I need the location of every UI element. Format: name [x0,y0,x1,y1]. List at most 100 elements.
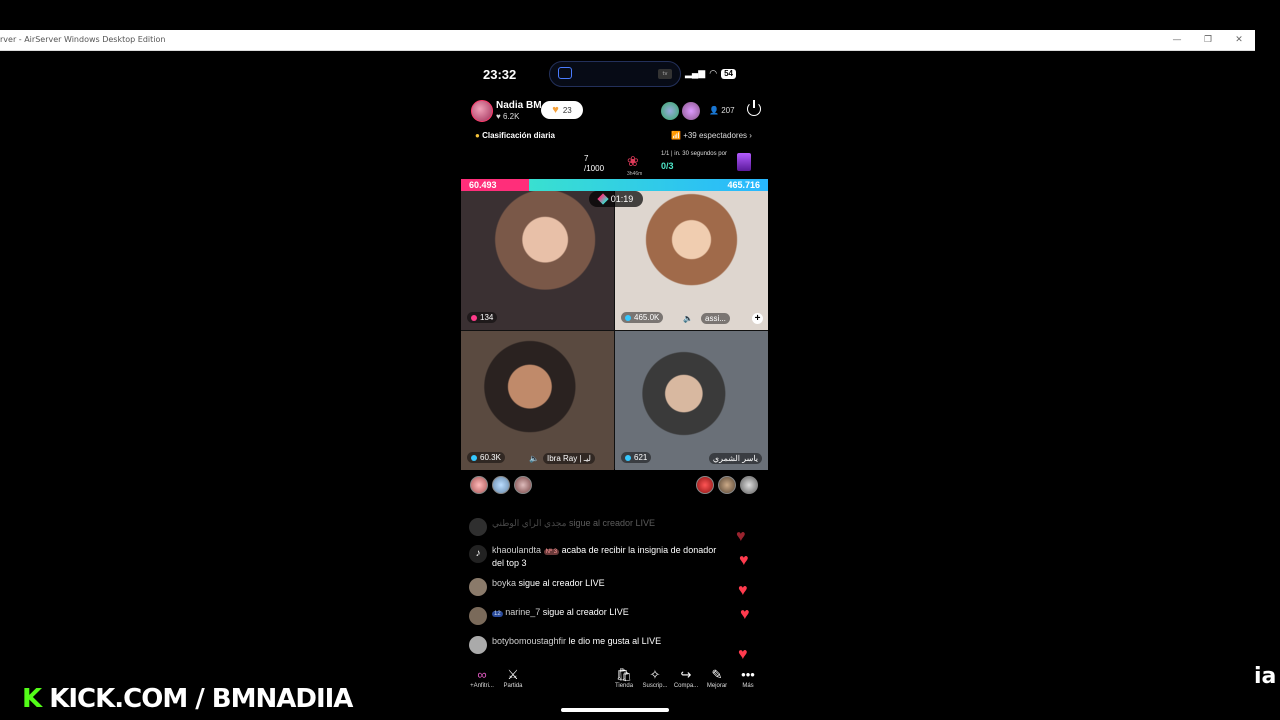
left-team-score: 60.493 [461,179,529,191]
chat-text: le dio me gusta al LIVE [568,636,662,646]
ia-watermark: ia [1254,664,1277,689]
chevron-right-icon: › [747,131,752,140]
chat-message: boyka sigue al creador LIVE [469,578,729,596]
spectators-link[interactable]: 📶 +39 espectadores › [671,131,752,140]
co-host-icon: ∞ [477,667,487,682]
score-icon [625,454,631,461]
home-indicator[interactable] [561,708,669,712]
close-button[interactable]: ✕ [1224,33,1254,47]
shop-button[interactable]: 🛍 Tienda [609,667,639,689]
guest-score-value: 60.3K [480,453,501,462]
battle-timer-value: 01:19 [610,194,634,204]
top-viewer-avatar[interactable] [661,102,679,120]
left-gifter-avatar[interactable] [514,476,532,494]
signal-icon: ▂▄▆ [685,68,706,78]
chat-message: ♪ khaoulandta Nº 3 acaba de recibir la i… [469,545,729,569]
match-button[interactable]: ⚔ Partida [498,667,528,689]
chat-username[interactable]: khaoulandta [492,545,541,555]
enhance-button[interactable]: ✎ Mejorar [702,667,732,689]
restore-button[interactable]: ❐ [1193,33,1223,47]
left-gifter-avatar[interactable] [492,476,510,494]
guest-score-value: 465.0K [634,313,660,322]
add-host-button[interactable]: ∞ +Anfitri... [467,667,497,689]
flame-icon: ● [475,131,483,140]
heart-icon: ♥ [738,582,748,599]
right-gifter-avatar[interactable] [696,476,714,494]
speaker-icon[interactable]: 🔈 [529,454,539,463]
add-host-label: +Anfitri... [470,683,494,689]
battle-timer: 01:19 [589,191,643,207]
chat-text: sigue al creador LIVE [542,607,629,617]
person-icon: 👤 [709,106,722,115]
guest-tile[interactable]: 60.3K 🔈 Ibra Ray | ليـ [461,331,614,470]
heart-icon: ♥ [496,112,503,121]
guest-score-value: 134 [480,313,494,322]
goal-target: /1000 [584,164,605,173]
chat-username[interactable]: botybomoustaghfir [492,636,566,646]
guest-tile[interactable]: 134 [461,191,614,330]
chat-username[interactable]: boyka [492,578,516,588]
more-button[interactable]: ••• Más [733,667,763,689]
phone-screen: 23:32 tv ▂▄▆ ◠ 54 Nadia BM ♥ 6.2K ♥ 23 👤 … [461,52,768,720]
match-icon: ⚔ [507,667,519,682]
kick-channel-overlay: K KICK.COM / BMNADIIA [22,684,353,714]
right-gifter-avatar[interactable] [718,476,736,494]
host-likes-value: 6.2K [502,112,520,121]
like-pill[interactable]: ♥ 23 [541,101,583,119]
spectators-label: +39 espectadores [683,131,748,140]
right-gifter-avatar[interactable] [740,476,758,494]
daily-ranking[interactable]: ● Clasificación diaria [475,131,555,140]
speaker-icon[interactable]: 🔈 [683,314,693,323]
match-label: Partida [503,683,523,689]
heart-icon: ♥ [552,104,559,116]
goal-time-left: 3h46m [627,171,643,177]
add-icon[interactable]: + [752,313,763,324]
chat-message: 12 narine_7 sigue al creador LIVE [469,607,729,625]
chat-text: sigue al creador LIVE [568,518,656,528]
dynamic-island: tv [549,61,681,87]
subscribe-icon: ✧ [649,667,661,682]
battle-icon [597,193,609,205]
guest-name: assi... [701,313,730,324]
heart-icon: ♥ [739,552,749,569]
chat-avatar[interactable] [469,518,487,536]
wifi-icon: ◠ [709,68,718,78]
minimize-button[interactable]: — [1162,33,1192,47]
host-name[interactable]: Nadia BM [496,100,542,111]
guest-score: 134 [467,312,498,323]
host-avatar[interactable] [471,100,493,122]
battery-indicator: 54 [721,68,736,79]
viewer-count-value: 207 [721,106,735,115]
goal-current: 7 [584,154,589,163]
subscribe-label: Suscrip... [642,683,668,689]
status-time: 23:32 [483,67,517,82]
goal-progress[interactable]: 7 /1000 [584,154,604,174]
guest-tile[interactable]: 621 ياسر الشمري [615,331,768,470]
shopping-bag-icon: 🛍 [615,667,633,682]
left-gifter-avatar[interactable] [470,476,488,494]
top-viewer-avatar[interactable] [682,102,700,120]
chat-text: sigue al creador LIVE [518,578,605,588]
chat-avatar[interactable] [469,636,487,654]
battle-score-bar: 60.493 465.716 [461,179,768,191]
viewer-count[interactable]: 👤 207 [709,106,735,115]
chat-username[interactable]: narine_7 [505,607,540,617]
chat-avatar[interactable] [469,578,487,596]
score-icon [471,314,477,321]
gift-box-icon[interactable] [737,153,751,171]
guest-score: 60.3K [467,452,505,463]
right-team-score: 465.716 [528,179,768,191]
chat-avatar[interactable] [469,607,487,625]
guest-tile[interactable]: 465.0K 🔈 assi... + [615,191,768,330]
host-likes: ♥ 6.2K [496,112,519,121]
enhance-label: Mejorar [706,683,728,689]
more-label: Más [742,683,754,689]
heart-icon: ♥ [740,606,750,623]
chat-username[interactable]: مجدي الراي الوطني [492,518,566,528]
heart-icon: ♥ [736,528,746,545]
daily-ranking-label: Clasificación diaria [482,131,555,140]
rose-gift-icon: ❀ [627,153,639,169]
screen-mirror-icon [558,67,572,79]
subscribe-button[interactable]: ✧ Suscrip... [640,667,670,689]
share-button[interactable]: ↪ Compa... [671,667,701,689]
